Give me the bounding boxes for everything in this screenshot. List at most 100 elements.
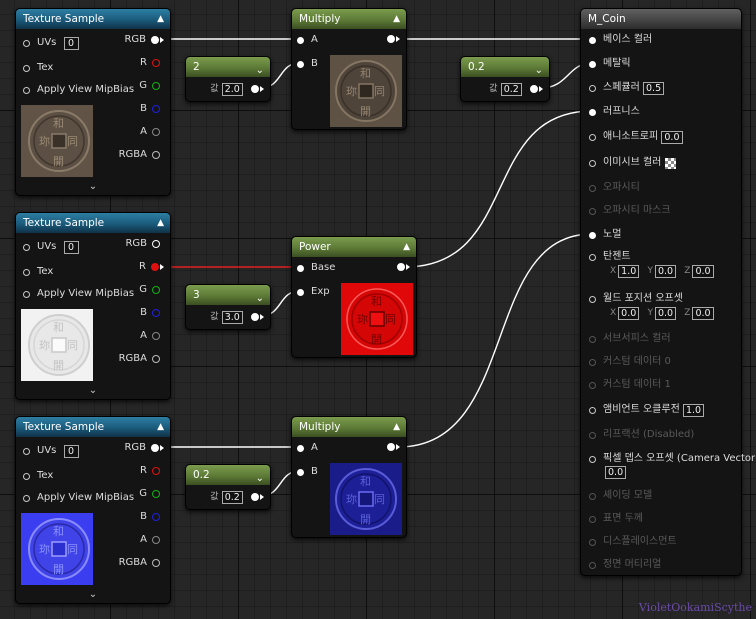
mipbias-input[interactable]: Apply View MipBias bbox=[23, 287, 134, 301]
texture-sample-node-1[interactable]: Texture Sample ▲ UVs 0 Tex Apply View Mi… bbox=[15, 8, 171, 196]
node-header[interactable]: 2 ⌄ bbox=[186, 57, 270, 77]
multiply-node-1[interactable]: Multiply ▲ A B 和 同 珎 開 bbox=[291, 8, 407, 130]
g-output[interactable]: G bbox=[139, 283, 160, 297]
uvs-input[interactable]: UVs 0 bbox=[23, 36, 79, 50]
uvs-input[interactable]: UVs 0 bbox=[23, 240, 79, 254]
b-output[interactable]: B bbox=[140, 306, 160, 320]
texture-sample-node-2[interactable]: Texture Sample ▲ UVs 0 Tex Apply View Mi… bbox=[15, 212, 171, 400]
material-result-node[interactable]: M_Coin 베이스 컬러 메탈릭 스페큘러 0.5 러프니스 애니소트로피 0… bbox=[580, 8, 756, 576]
chevron-down-icon[interactable]: ⌄ bbox=[256, 289, 264, 309]
value-field[interactable]: 값 0.2 bbox=[210, 490, 264, 504]
node-header[interactable]: 0.2 ⌄ bbox=[186, 465, 270, 485]
rgba-output[interactable]: RGBA bbox=[119, 352, 160, 366]
collapse-icon[interactable]: ▲ bbox=[157, 417, 164, 437]
collapse-icon[interactable]: ▲ bbox=[157, 9, 164, 29]
world-offset-xyz-fields[interactable]: X 0.0 Y 0.0 Z 0.0 bbox=[605, 306, 714, 320]
input-world-position-offset[interactable]: 월드 포지션 오프셋 bbox=[589, 292, 683, 306]
node-header[interactable]: Texture Sample ▲ bbox=[16, 417, 170, 437]
collapse-icon[interactable]: ▲ bbox=[393, 417, 400, 437]
rgb-output[interactable]: RGB bbox=[125, 237, 160, 251]
input-a[interactable]: A bbox=[297, 33, 318, 47]
rgba-output[interactable]: RGBA bbox=[119, 148, 160, 162]
collapse-icon[interactable]: ▲ bbox=[393, 9, 400, 29]
input-metallic[interactable]: 메탈릭 bbox=[589, 57, 631, 71]
texture-sample-node-3[interactable]: Texture Sample ▲ UVs 0 Tex Apply View Mi… bbox=[15, 416, 171, 604]
input-exp[interactable]: Exp bbox=[297, 285, 330, 299]
chevron-down-icon[interactable]: ⌄ bbox=[256, 61, 264, 81]
b-output[interactable]: B bbox=[140, 510, 160, 524]
pin-icon[interactable] bbox=[23, 64, 30, 72]
pin-icon[interactable] bbox=[23, 472, 30, 480]
expand-chevron-icon[interactable]: ⌄ bbox=[16, 181, 170, 192]
node-header[interactable]: M_Coin bbox=[581, 9, 741, 29]
g-output[interactable]: G bbox=[139, 487, 160, 501]
input-pixel-depth-offset[interactable]: 픽셀 뎁스 오프셋 (Camera Vector) bbox=[589, 452, 756, 466]
input-roughness[interactable]: 러프니스 bbox=[589, 105, 640, 119]
input-ambient-occlusion[interactable]: 앰비언트 오클루전 1.0 bbox=[589, 403, 705, 417]
constant-node-0-2-metallic[interactable]: 0.2 ⌄ 값 0.2 bbox=[460, 56, 550, 102]
input-a[interactable]: A bbox=[297, 441, 318, 455]
pin-icon[interactable] bbox=[23, 447, 30, 455]
value-field[interactable]: 값 0.2 bbox=[489, 82, 543, 96]
value-field[interactable]: 값 3.0 bbox=[210, 310, 264, 324]
r-output[interactable]: R bbox=[140, 464, 160, 478]
mipbias-input[interactable]: Apply View MipBias bbox=[23, 491, 134, 505]
output-pin[interactable] bbox=[392, 261, 410, 275]
rgb-output[interactable]: RGB bbox=[124, 441, 164, 455]
uvs-input[interactable]: UVs 0 bbox=[23, 444, 79, 458]
power-node[interactable]: Power ▲ Base Exp 和 同 珎 開 bbox=[291, 236, 417, 358]
value-field[interactable]: 값 2.0 bbox=[210, 82, 264, 96]
node-header[interactable]: 0.2 ⌄ bbox=[461, 57, 549, 77]
chevron-down-icon[interactable]: ⌄ bbox=[535, 61, 543, 81]
tangent-xyz-fields[interactable]: X 1.0 Y 0.0 Z 0.0 bbox=[605, 264, 714, 278]
color-swatch-icon[interactable] bbox=[665, 157, 677, 169]
input-base[interactable]: Base bbox=[297, 261, 335, 275]
input-b[interactable]: B bbox=[297, 57, 318, 71]
rgb-output[interactable]: RGB bbox=[124, 33, 164, 47]
node-header[interactable]: Power ▲ bbox=[292, 237, 416, 257]
r-output[interactable]: R bbox=[139, 260, 164, 274]
collapse-icon[interactable]: ▲ bbox=[157, 213, 164, 233]
chevron-down-icon[interactable]: ⌄ bbox=[256, 469, 264, 489]
a-output[interactable]: A bbox=[140, 125, 160, 139]
input-emissive[interactable]: 이미시브 컬러 bbox=[589, 156, 677, 170]
constant-node-0-2-normal[interactable]: 0.2 ⌄ 값 0.2 bbox=[185, 464, 271, 510]
collapse-icon[interactable]: ▲ bbox=[403, 237, 410, 257]
node-header[interactable]: Multiply ▲ bbox=[292, 417, 406, 437]
constant-node-2[interactable]: 2 ⌄ 값 2.0 bbox=[185, 56, 271, 102]
output-pin[interactable] bbox=[382, 33, 400, 47]
input-specular[interactable]: 스페큘러 0.5 bbox=[589, 81, 665, 95]
expand-chevron-icon[interactable]: ⌄ bbox=[16, 385, 170, 396]
mipbias-input[interactable]: Apply View MipBias bbox=[23, 83, 134, 97]
input-anisotropy[interactable]: 애니소트로피 0.0 bbox=[589, 130, 683, 144]
r-output[interactable]: R bbox=[140, 56, 160, 70]
input-base-color[interactable]: 베이스 컬러 bbox=[589, 33, 652, 47]
g-output[interactable]: G bbox=[139, 79, 160, 93]
pin-icon[interactable] bbox=[23, 86, 30, 94]
pin-icon[interactable] bbox=[23, 268, 30, 276]
pixel-depth-value-field[interactable]: 0.0 bbox=[605, 466, 627, 480]
tex-input[interactable]: Tex bbox=[23, 469, 53, 483]
node-header[interactable]: 3 ⌄ bbox=[186, 285, 270, 305]
constant-node-3[interactable]: 3 ⌄ 값 3.0 bbox=[185, 284, 271, 330]
expand-chevron-icon[interactable]: ⌄ bbox=[16, 589, 170, 600]
input-normal[interactable]: 노멀 bbox=[589, 228, 621, 242]
pin-icon[interactable] bbox=[23, 39, 30, 47]
pin-icon[interactable] bbox=[23, 494, 30, 502]
multiply-node-2[interactable]: Multiply ▲ A B 和 同 珎 開 bbox=[291, 416, 407, 538]
node-header[interactable]: Texture Sample ▲ bbox=[16, 9, 170, 29]
pin-icon[interactable] bbox=[23, 290, 30, 298]
a-output[interactable]: A bbox=[140, 533, 160, 547]
node-header[interactable]: Multiply ▲ bbox=[292, 9, 406, 29]
b-output[interactable]: B bbox=[140, 102, 160, 116]
node-header[interactable]: Texture Sample ▲ bbox=[16, 213, 170, 233]
pin-icon[interactable] bbox=[23, 243, 30, 251]
input-tangent[interactable]: 탄젠트 bbox=[589, 250, 631, 264]
tex-input[interactable]: Tex bbox=[23, 265, 53, 279]
output-pin[interactable] bbox=[382, 441, 400, 455]
rgba-output[interactable]: RGBA bbox=[119, 556, 160, 570]
input-b[interactable]: B bbox=[297, 465, 318, 479]
tex-input[interactable]: Tex bbox=[23, 61, 53, 75]
svg-text:和: 和 bbox=[360, 67, 371, 80]
a-output[interactable]: A bbox=[140, 329, 160, 343]
